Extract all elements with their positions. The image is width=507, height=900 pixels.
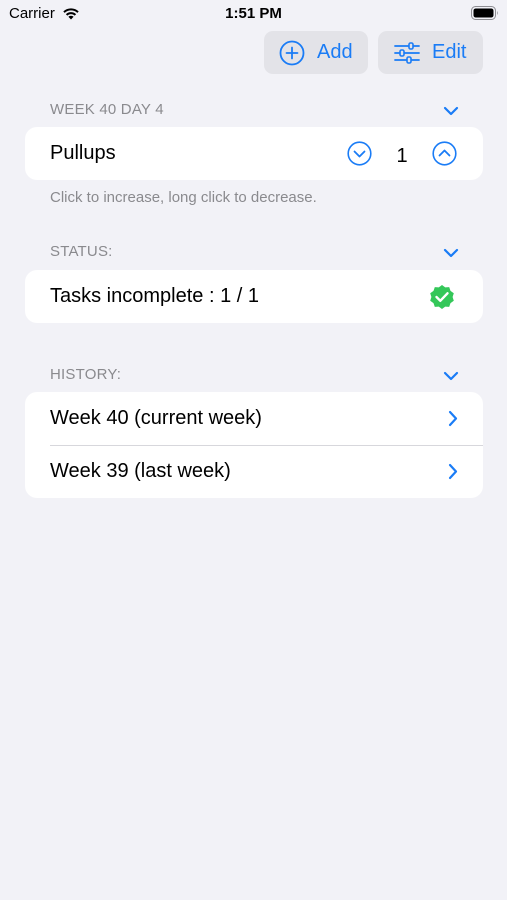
- add-button-label: Add: [317, 41, 353, 63]
- history-item-current-week[interactable]: Week 40 (current week): [25, 392, 483, 445]
- chevron-right-icon: [448, 410, 458, 433]
- workout-section-header: WEEK 40 DAY 4: [50, 101, 164, 118]
- history-section-header: HISTORY:: [50, 366, 122, 383]
- chevron-down-circle-icon: [347, 141, 372, 166]
- history-card: Week 40 (current week) Week 39 (last wee…: [25, 392, 483, 498]
- exercise-hint: Click to increase, long click to decreas…: [50, 189, 317, 206]
- clock: 1:51 PM: [225, 5, 282, 22]
- status-section-header: STATUS:: [50, 243, 113, 260]
- history-item-last-week[interactable]: Week 39 (last week): [25, 445, 483, 498]
- chevron-up-circle-icon: [432, 141, 457, 166]
- status-text: Tasks incomplete : 1 / 1: [50, 285, 259, 307]
- status-row: Tasks incomplete : 1 / 1: [25, 270, 483, 323]
- history-item-label: Week 40 (current week): [50, 407, 262, 429]
- chevron-right-icon: [448, 463, 458, 486]
- count-stepper: 1: [347, 141, 457, 172]
- edit-button-label: Edit: [432, 41, 467, 63]
- status-card: Tasks incomplete : 1 / 1: [25, 270, 483, 323]
- exercise-name: Pullups: [50, 142, 116, 164]
- plus-circle-icon: [279, 40, 305, 65]
- sliders-icon: [394, 41, 420, 64]
- decrease-button[interactable]: [347, 141, 372, 172]
- app-screen: Carrier 1:51 PM Add Edit WEEK 40 DAY 4 P…: [0, 0, 507, 900]
- chevron-down-icon[interactable]: [443, 369, 459, 387]
- status-bar: Carrier 1:51 PM: [0, 0, 507, 28]
- exercise-row: Pullups 1: [25, 127, 483, 180]
- increase-button[interactable]: [432, 141, 457, 172]
- chevron-down-icon[interactable]: [443, 104, 459, 122]
- history-item-label: Week 39 (last week): [50, 460, 231, 482]
- exercise-count: 1: [396, 145, 408, 167]
- edit-button[interactable]: Edit: [378, 31, 483, 74]
- checkmark-seal-icon: [428, 283, 456, 317]
- battery-icon: [471, 6, 499, 25]
- add-button[interactable]: Add: [264, 31, 368, 74]
- exercise-card: Pullups 1: [25, 127, 483, 180]
- chevron-down-icon[interactable]: [443, 246, 459, 264]
